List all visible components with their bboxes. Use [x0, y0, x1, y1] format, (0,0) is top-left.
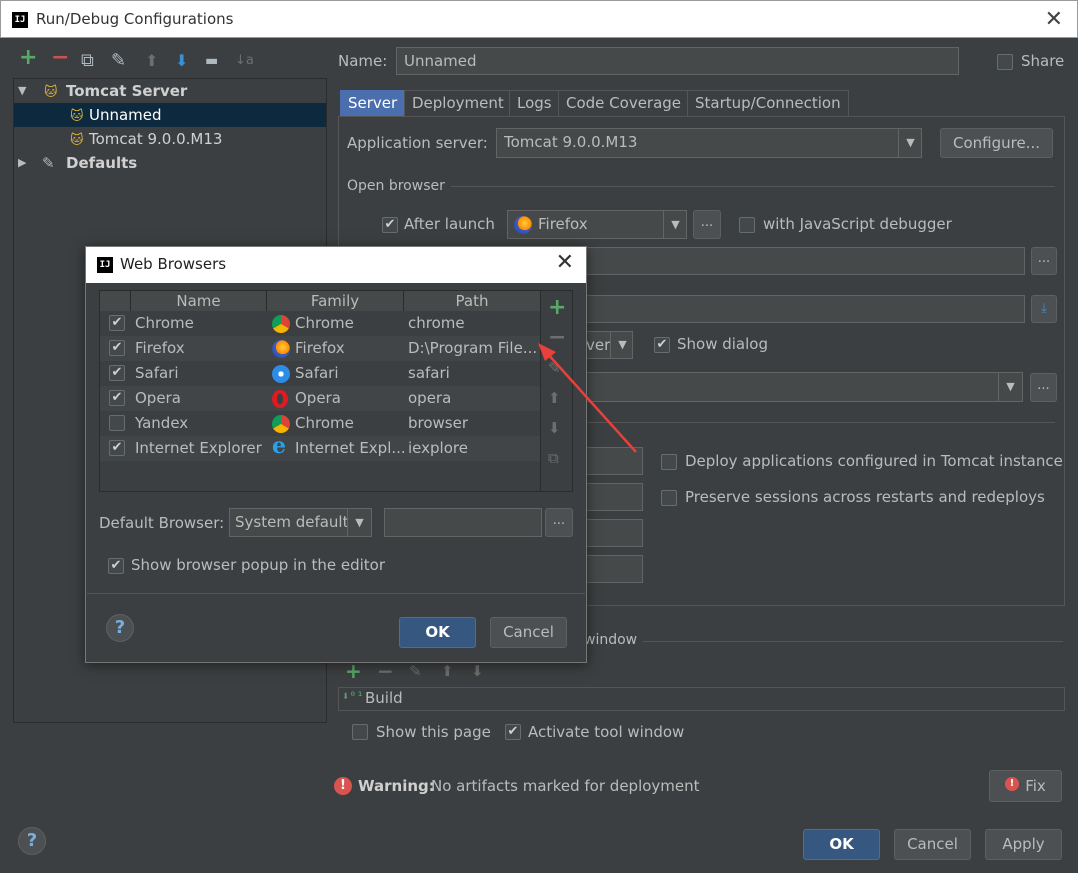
annotation-arrow — [538, 343, 637, 453]
